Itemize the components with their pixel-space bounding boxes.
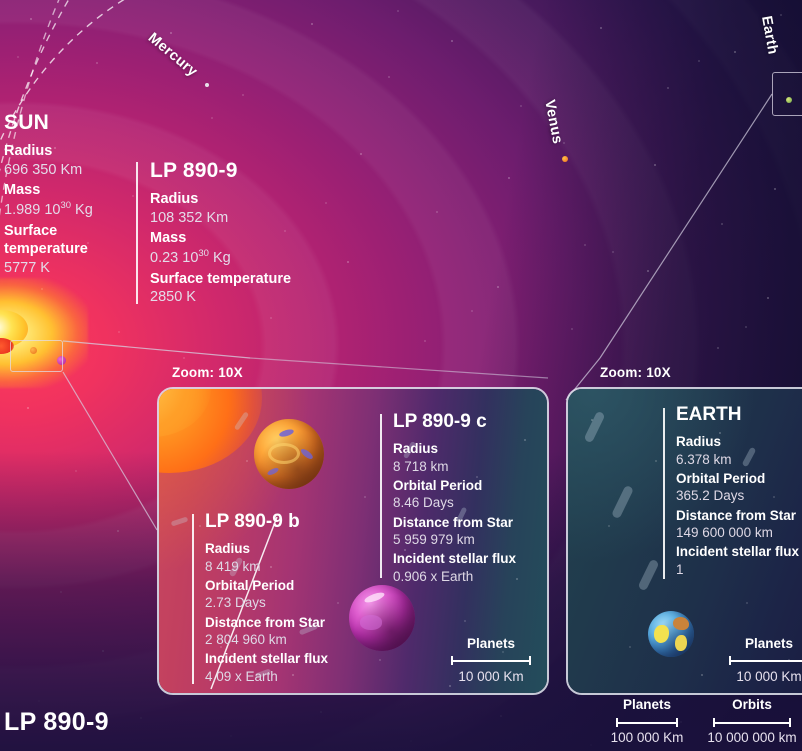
info-planet-earth: EARTH Radius 6.378 km Orbital Period 365…	[676, 405, 802, 580]
legend-planets-bar	[616, 718, 678, 727]
planet-c-flux-label: Incident stellar flux	[393, 551, 517, 567]
planet-b-flux-value: 4.09 x Earth	[205, 668, 278, 684]
planet-b-distance-value: 2 804 960 km	[205, 632, 287, 648]
zoom-label-left: Zoom: 10X	[172, 365, 243, 380]
earth-radius-label: Radius	[676, 434, 722, 449]
connector-left-span	[249, 357, 549, 379]
scale-bar-tick-left	[616, 718, 618, 727]
info-planet-lp890-9b: LP 890-9 b Radius 8 419 km Orbital Perio…	[205, 512, 365, 687]
legend-planets: Planets 100 000 Km	[601, 697, 693, 745]
earth-landmass	[674, 634, 687, 652]
planet-b-radius-value: 8 419 km	[205, 558, 261, 574]
planet-b-title: LP 890-9 b	[205, 511, 300, 532]
earth-landmass	[672, 616, 690, 631]
earth-landmass	[653, 624, 670, 644]
legend-orbits: Orbits 10 000 000 km	[706, 697, 798, 745]
earth-period-value: 365.2 Days	[676, 488, 745, 504]
earth-distance-label: Distance from Star	[676, 507, 797, 523]
zoom-label-right: Zoom: 10X	[600, 365, 671, 380]
bottom-scale-legend: Planets 100 000 Km Orbits 10 000 000 km	[600, 693, 802, 751]
planet-b-radius-label: Radius	[205, 541, 251, 556]
scale-bar-tick-right	[789, 718, 791, 727]
planet-b-period-label: Orbital Period	[205, 577, 295, 593]
page-title: LP 890-9	[4, 708, 109, 736]
connector-left-bottom	[62, 371, 158, 531]
legend-orbits-bar	[713, 718, 791, 727]
scale-left-value: 10 000 Km	[458, 669, 524, 684]
scale-bar-line	[713, 722, 791, 724]
legend-orbits-caption: Orbits	[732, 697, 772, 712]
scale-legend-left-panel: Planets 10 000 Km	[451, 636, 531, 684]
planet-c-distance-label: Distance from Star	[393, 514, 514, 530]
scale-right-bar	[729, 656, 802, 665]
legend-orbits-value: 10 000 000 km	[707, 730, 797, 745]
infographic-canvas: Mercury Venus Earth SUN Radius 696 350 K…	[0, 0, 802, 751]
planet-c-period-value: 8.46 Days	[393, 495, 454, 511]
scale-right-caption: Planets	[744, 636, 794, 651]
earth-flux-label: Incident stellar flux	[676, 544, 800, 560]
scale-bar-tick-right	[676, 718, 678, 727]
connector-left-top	[62, 340, 251, 359]
scale-bar-tick-right	[529, 656, 531, 665]
planet-c-radius-label: Radius	[393, 441, 439, 456]
planet-b-flux-label: Incident stellar flux	[205, 651, 329, 667]
earth-distance-value: 149 600 000 km	[676, 525, 773, 541]
planet-b-distance-label: Distance from Star	[205, 614, 326, 630]
planet-c-period-label: Orbital Period	[393, 477, 483, 493]
scale-bar-tick-left	[451, 656, 453, 665]
earth-radius-value: 6.378 km	[676, 451, 732, 467]
rule-earth	[663, 408, 665, 579]
planet-c-flux-value: 0.906 x Earth	[393, 568, 474, 584]
legend-planets-caption: Planets	[622, 697, 672, 712]
legend-planets-value: 100 000 Km	[610, 730, 684, 745]
planet-c-distance-value: 5 959 979 km	[393, 532, 475, 548]
earth-period-label: Orbital Period	[676, 470, 766, 486]
scale-bar-tick-left	[729, 656, 731, 665]
scale-bar-tick-left	[713, 718, 715, 727]
scale-legend-right-panel: Planets 10 000 Km	[729, 636, 802, 684]
connector-right-top	[599, 93, 773, 359]
rule-planet-b	[192, 514, 194, 684]
info-planet-lp890-9c: LP 890-9 c Radius 8 718 km Orbital Perio…	[393, 412, 563, 587]
earth-title: EARTH	[676, 404, 742, 425]
planet-render-earth	[648, 611, 694, 657]
rule-planet-c	[380, 414, 382, 578]
planet-c-title: LP 890-9 c	[393, 411, 487, 432]
scale-bar-line	[729, 660, 802, 662]
planet-b-period-value: 2.73 Days	[205, 595, 266, 611]
planet-c-radius-value: 8 718 km	[393, 458, 449, 474]
scale-left-caption: Planets	[466, 636, 516, 651]
scale-left-bar	[451, 656, 531, 665]
scale-right-value: 10 000 Km	[736, 669, 802, 684]
earth-flux-value: 1	[676, 561, 684, 577]
scale-bar-line	[616, 722, 678, 724]
scale-bar-line	[451, 660, 531, 662]
